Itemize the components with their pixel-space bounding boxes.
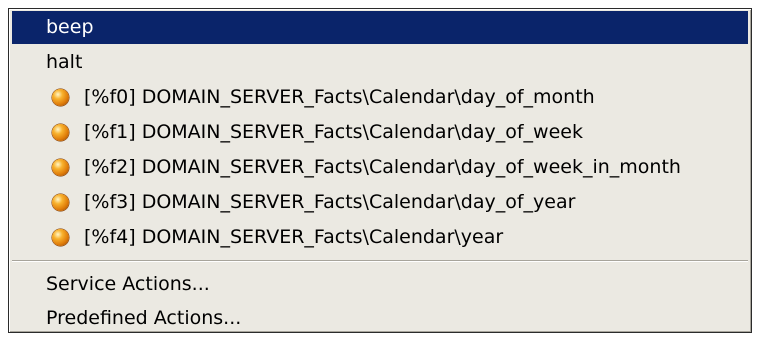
menu-item-fact-day-of-week[interactable]: [%f1] DOMAIN_SERVER_Facts\Calendar\day_o… [12,116,748,149]
menu-item-label: beep [46,16,94,38]
menu-item-label: Service Actions... [46,273,210,295]
menu-item-label: Predefined Actions... [46,307,242,329]
menu-item-fact-day-of-year[interactable]: [%f3] DOMAIN_SERVER_Facts\Calendar\day_o… [12,186,748,219]
menu-item-fact-day-of-month[interactable]: [%f0] DOMAIN_SERVER_Facts\Calendar\day_o… [12,81,748,114]
menu-item-service-actions[interactable]: Service Actions... [12,268,748,301]
menu-item-predefined-actions[interactable]: Predefined Actions... [12,302,748,335]
menu-item-label: [%f3] DOMAIN_SERVER_Facts\Calendar\day_o… [84,191,576,213]
menu-item-label: [%f4] DOMAIN_SERVER_Facts\Calendar\year [84,226,504,248]
menu-item-fact-year[interactable]: [%f4] DOMAIN_SERVER_Facts\Calendar\year [12,221,748,254]
orange-bullet-icon [52,194,69,211]
menu-item-fact-day-of-week-in-month[interactable]: [%f2] DOMAIN_SERVER_Facts\Calendar\day_o… [12,151,748,184]
menu-item-label: [%f0] DOMAIN_SERVER_Facts\Calendar\day_o… [84,86,595,108]
orange-bullet-icon [52,89,69,106]
menu-separator [12,260,748,262]
orange-bullet-icon [52,124,69,141]
orange-bullet-icon [52,229,69,246]
menu-item-beep[interactable]: beep [12,11,748,44]
menu-item-halt[interactable]: halt [12,46,748,79]
context-menu: beep halt [%f0] DOMAIN_SERVER_Facts\Cale… [8,8,752,333]
menu-item-label: [%f2] DOMAIN_SERVER_Facts\Calendar\day_o… [84,156,681,178]
orange-bullet-icon [52,159,69,176]
menu-item-label: halt [46,51,83,73]
menu-item-label: [%f1] DOMAIN_SERVER_Facts\Calendar\day_o… [84,121,583,143]
